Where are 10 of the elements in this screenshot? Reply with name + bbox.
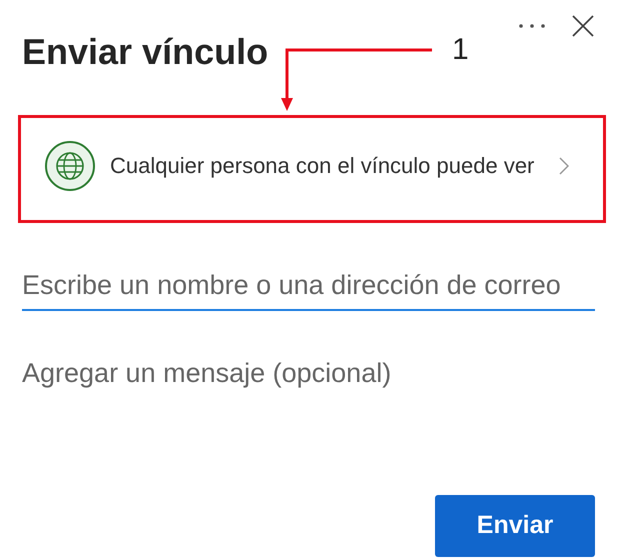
globe-icon: [44, 140, 96, 192]
link-settings-button[interactable]: Cualquier persona con el vínculo puede ver: [22, 116, 595, 216]
send-button[interactable]: Enviar: [435, 495, 595, 557]
close-icon[interactable]: [571, 14, 595, 38]
message-field[interactable]: Agregar un mensaje (opcional): [22, 353, 595, 413]
annotation-number: 1: [452, 32, 469, 68]
recipient-field[interactable]: Escribe un nombre o una dirección de correo: [22, 261, 595, 311]
dialog-title: Enviar vínculo: [22, 32, 268, 72]
link-permission-text: Cualquier persona con el vínculo puede ver: [110, 152, 536, 180]
chevron-right-icon: [559, 157, 569, 175]
